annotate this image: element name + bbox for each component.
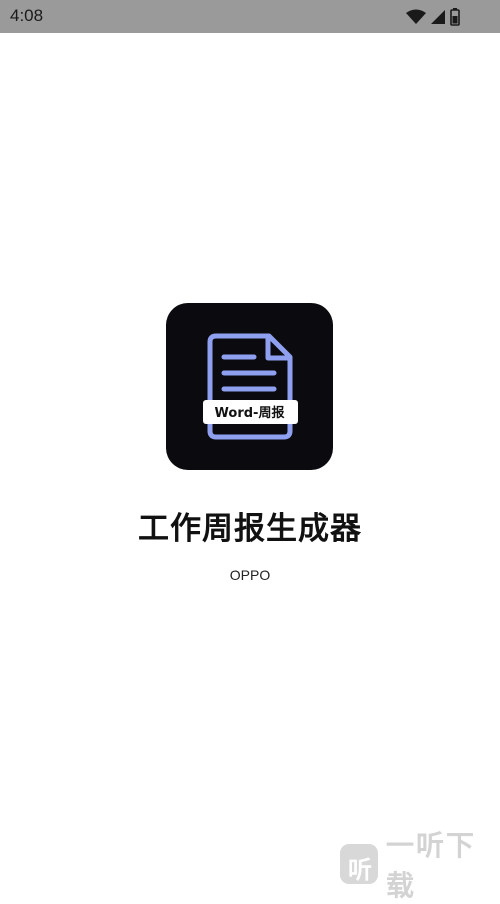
- icon-badge-label: Word-周报: [214, 406, 285, 421]
- watermark-logo-glyph: 听: [348, 856, 372, 884]
- cellular-signal-icon: [430, 9, 446, 25]
- status-icons: [406, 7, 460, 27]
- watermark-text: 一听下载: [386, 829, 477, 902]
- app-title: 工作周报生成器: [138, 511, 362, 547]
- watermark: 听 一听下载: [340, 829, 500, 902]
- status-time: 4:08: [10, 6, 44, 25]
- app-icon: Word-周报: [166, 303, 333, 470]
- battery-icon: [450, 8, 460, 26]
- status-bar: 4:08: [0, 0, 500, 33]
- document-icon: [203, 333, 298, 440]
- vendor-label: OPPO: [229, 567, 271, 583]
- wifi-icon: [406, 9, 426, 25]
- watermark-logo-icon: 听: [340, 844, 378, 884]
